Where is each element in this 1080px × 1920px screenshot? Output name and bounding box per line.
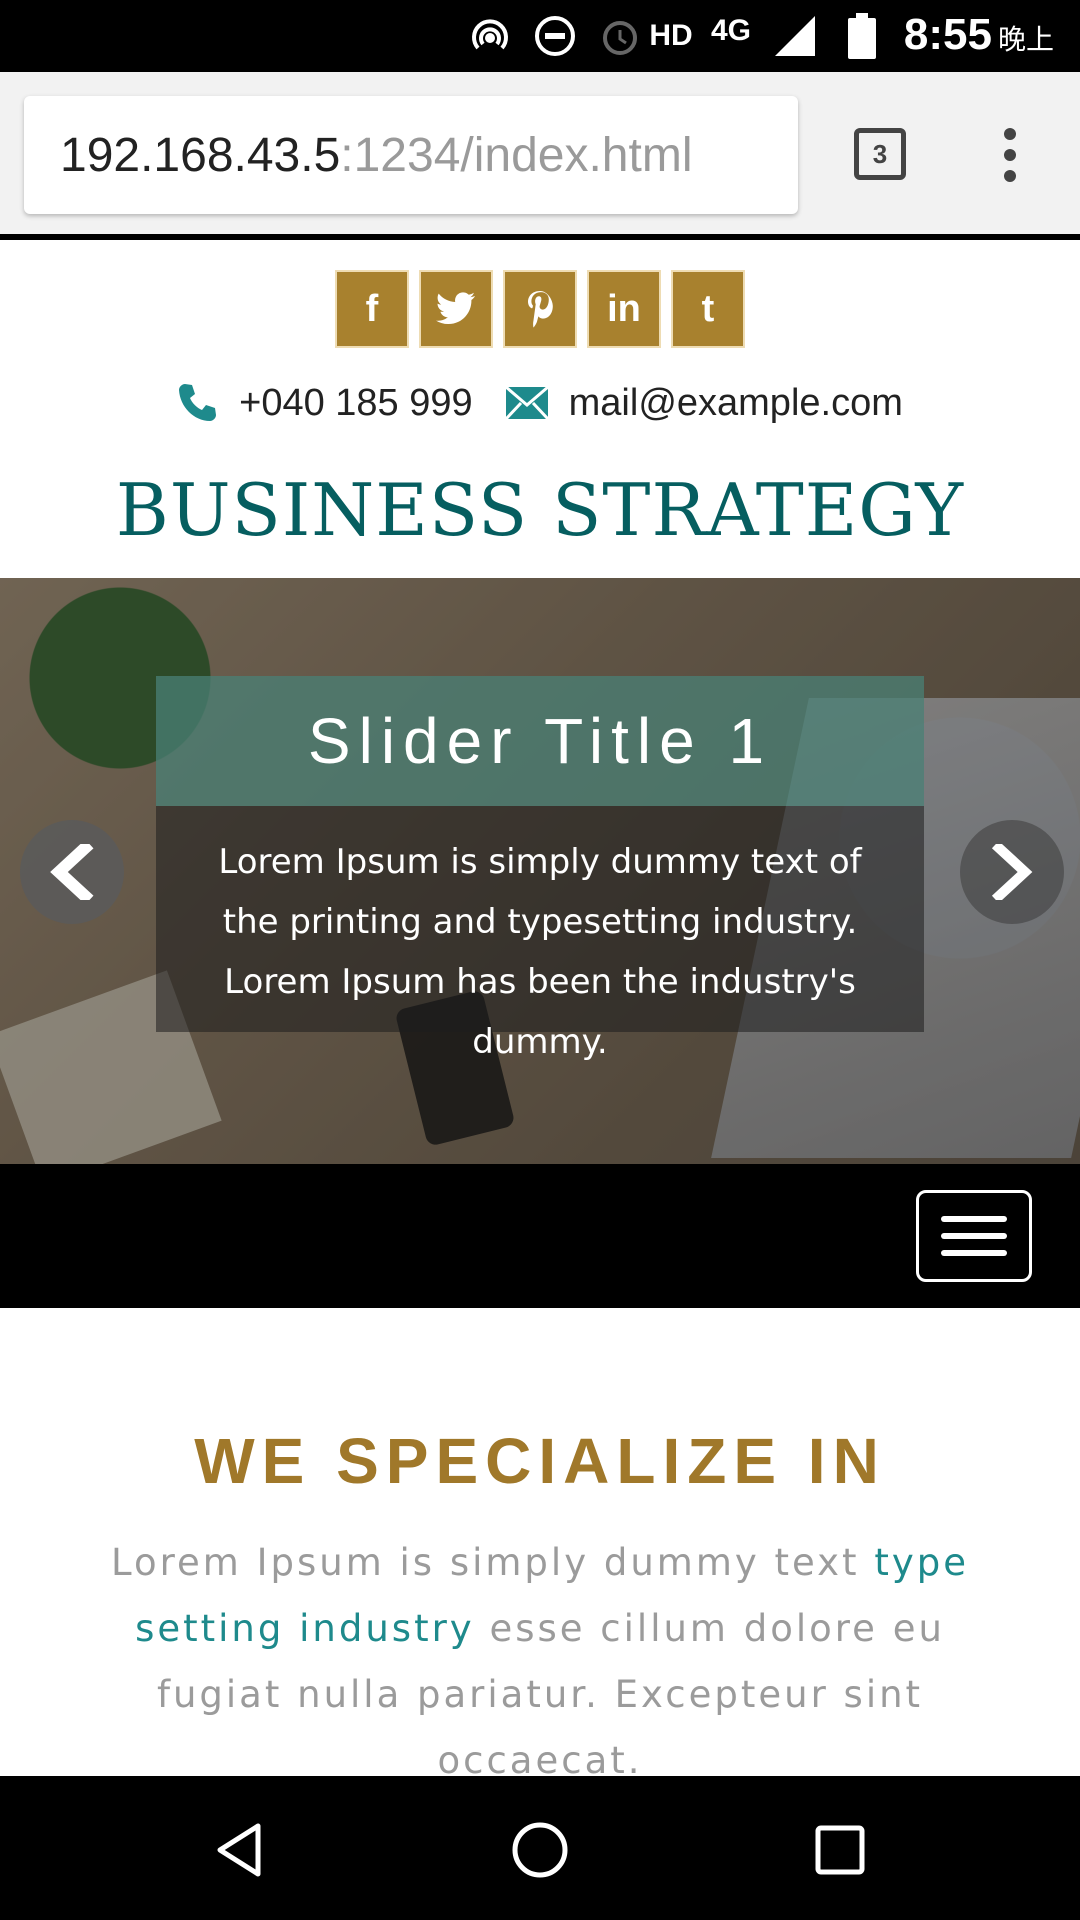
site-title[interactable]: BUSINESS STRATEGY [0,460,1080,560]
navigation-bar [0,1164,1080,1308]
status-bar: HD 4G 8:55 晚上 [0,0,1080,72]
facebook-icon[interactable]: f [337,272,407,346]
social-links: f in t [0,272,1080,346]
browser-toolbar: 192.168.43.5:1234/index.html 3 [0,72,1080,240]
network-label: HD [649,19,693,52]
chevron-left-icon [50,844,94,900]
signal-type-label: 4G [710,14,752,47]
phone-number: +040 185 999 [239,381,473,424]
battery-icon [846,13,878,59]
twitter-icon[interactable] [421,272,491,346]
home-icon[interactable] [510,1820,570,1880]
back-icon[interactable] [210,1820,270,1880]
alarm-icon [596,14,644,58]
tumblr-icon[interactable]: t [673,272,743,346]
hotspot-icon [462,14,518,58]
email-address: mail@example.com [568,381,903,424]
url-path: :1234/index.html [340,128,693,182]
do-not-disturb-icon [530,14,580,58]
slider-next-button[interactable] [960,820,1064,924]
phone-icon [179,384,217,421]
pinterest-icon[interactable] [505,272,575,346]
slider-prev-button[interactable] [20,820,124,924]
clock: 8:55 晚上 [903,10,1054,59]
contact-bar: +040 185 999 mail@example.com [0,370,1080,436]
hamburger-menu-icon[interactable] [916,1190,1032,1282]
system-navigation-bar [0,1776,1080,1920]
linkedin-icon[interactable]: in [589,272,659,346]
section-text: Lorem Ipsum is simply dummy text type se… [111,1541,969,1782]
slide-title: Slider Title 1 [156,676,924,806]
url-bar[interactable]: 192.168.43.5:1234/index.html [24,96,798,214]
chevron-right-icon [991,844,1033,900]
hero-slider[interactable]: Slider Title 1 Lorem Ipsum is simply dum… [0,578,1080,1164]
overflow-menu-icon[interactable] [990,124,1030,188]
signal-icon [772,14,818,58]
email-contact[interactable]: mail@example.com [504,381,903,425]
recents-icon[interactable] [810,1820,870,1880]
slide-caption: Lorem Ipsum is simply dummy text of the … [156,806,924,1062]
section-title: WE SPECIALIZE IN [194,1425,886,1497]
envelope-icon [504,386,549,420]
tab-switcher-button[interactable]: 3 [854,128,906,180]
url-host: 192.168.43.5 [60,128,341,182]
phone-contact[interactable]: +040 185 999 [177,382,473,425]
